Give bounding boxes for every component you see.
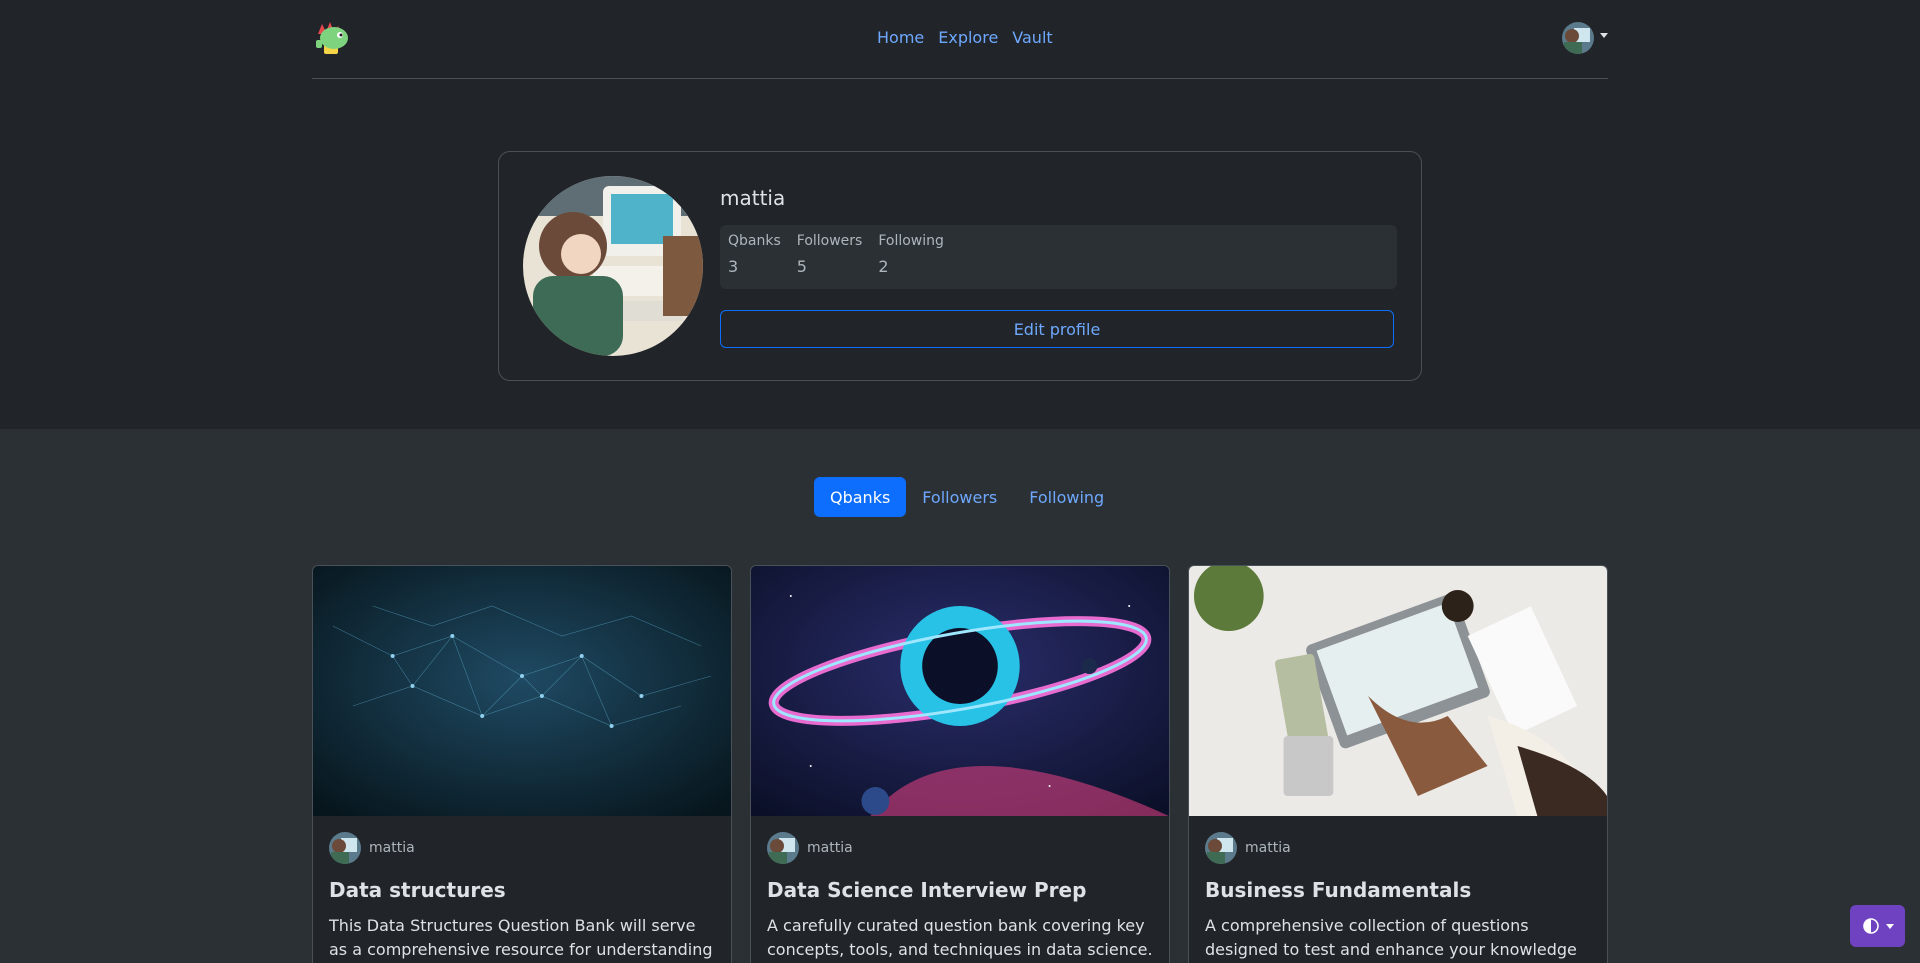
nav-home-link[interactable]: Home (877, 28, 924, 47)
nav-explore-link[interactable]: Explore (938, 28, 998, 47)
card-description: This Data Structures Question Bank will … (329, 916, 713, 959)
qbank-card[interactable]: mattia Business Fundamentals A comprehen… (1188, 565, 1608, 963)
card-author: mattia (767, 832, 1153, 864)
stat-value: 3 (728, 257, 739, 276)
stat-value: 2 (878, 257, 889, 276)
nav-vault-link[interactable]: Vault (1012, 28, 1052, 47)
chevron-down-icon (1885, 923, 1894, 929)
logo-icon[interactable] (312, 18, 354, 58)
card-description: A carefully curated question bank coveri… (767, 916, 1153, 959)
stat-label: Qbanks (728, 233, 781, 249)
author-name: mattia (1245, 840, 1291, 856)
user-menu-dropdown[interactable] (1562, 22, 1608, 54)
qbank-card[interactable]: mattia Data Science Interview Prep A car… (750, 565, 1170, 963)
card-title[interactable]: Business Fundamentals (1205, 878, 1591, 902)
author-name: mattia (369, 840, 415, 856)
stat-qbanks: Qbanks 3 (728, 233, 781, 281)
card-cover-image (1189, 566, 1607, 816)
profile-username: mattia (720, 186, 786, 210)
stat-label: Following (878, 233, 944, 249)
edit-profile-button[interactable]: Edit profile (720, 310, 1394, 348)
contrast-icon (1862, 918, 1879, 934)
profile-content-section: Qbanks Followers Following mattia Data s… (0, 429, 1920, 963)
card-title[interactable]: Data Science Interview Prep (767, 878, 1153, 902)
top-navbar: Home Explore Vault (312, 0, 1608, 79)
tab-followers[interactable]: Followers (906, 477, 1013, 517)
card-author: mattia (1205, 832, 1591, 864)
stat-label: Followers (796, 233, 863, 249)
card-author: mattia (329, 832, 715, 864)
card-cover-image (751, 566, 1169, 816)
theme-toggle-button[interactable] (1850, 905, 1905, 947)
stat-following: Following 2 (878, 233, 944, 281)
card-description: A comprehensive collection of questions … (1205, 916, 1577, 959)
author-avatar (1205, 832, 1237, 864)
chevron-down-icon (1600, 32, 1608, 38)
main-nav: Home Explore Vault (877, 28, 1053, 47)
tab-qbanks[interactable]: Qbanks (814, 477, 907, 517)
author-avatar (767, 832, 799, 864)
user-avatar[interactable] (1562, 22, 1594, 54)
profile-card: mattia Qbanks 3 Followers 5 Following 2 … (498, 151, 1422, 381)
profile-avatar (523, 176, 703, 356)
author-avatar (329, 832, 361, 864)
qbank-card-grid: mattia Data structures This Data Structu… (312, 565, 1608, 963)
card-title[interactable]: Data structures (329, 878, 715, 902)
profile-tabs: Qbanks Followers Following (814, 477, 1120, 517)
card-cover-image (313, 566, 731, 816)
profile-stats: Qbanks 3 Followers 5 Following 2 (720, 225, 1397, 289)
stat-followers: Followers 5 (797, 233, 863, 281)
tab-following[interactable]: Following (1013, 477, 1120, 517)
stat-value: 5 (796, 257, 807, 276)
qbank-card[interactable]: mattia Data structures This Data Structu… (312, 565, 732, 963)
author-name: mattia (807, 840, 853, 856)
